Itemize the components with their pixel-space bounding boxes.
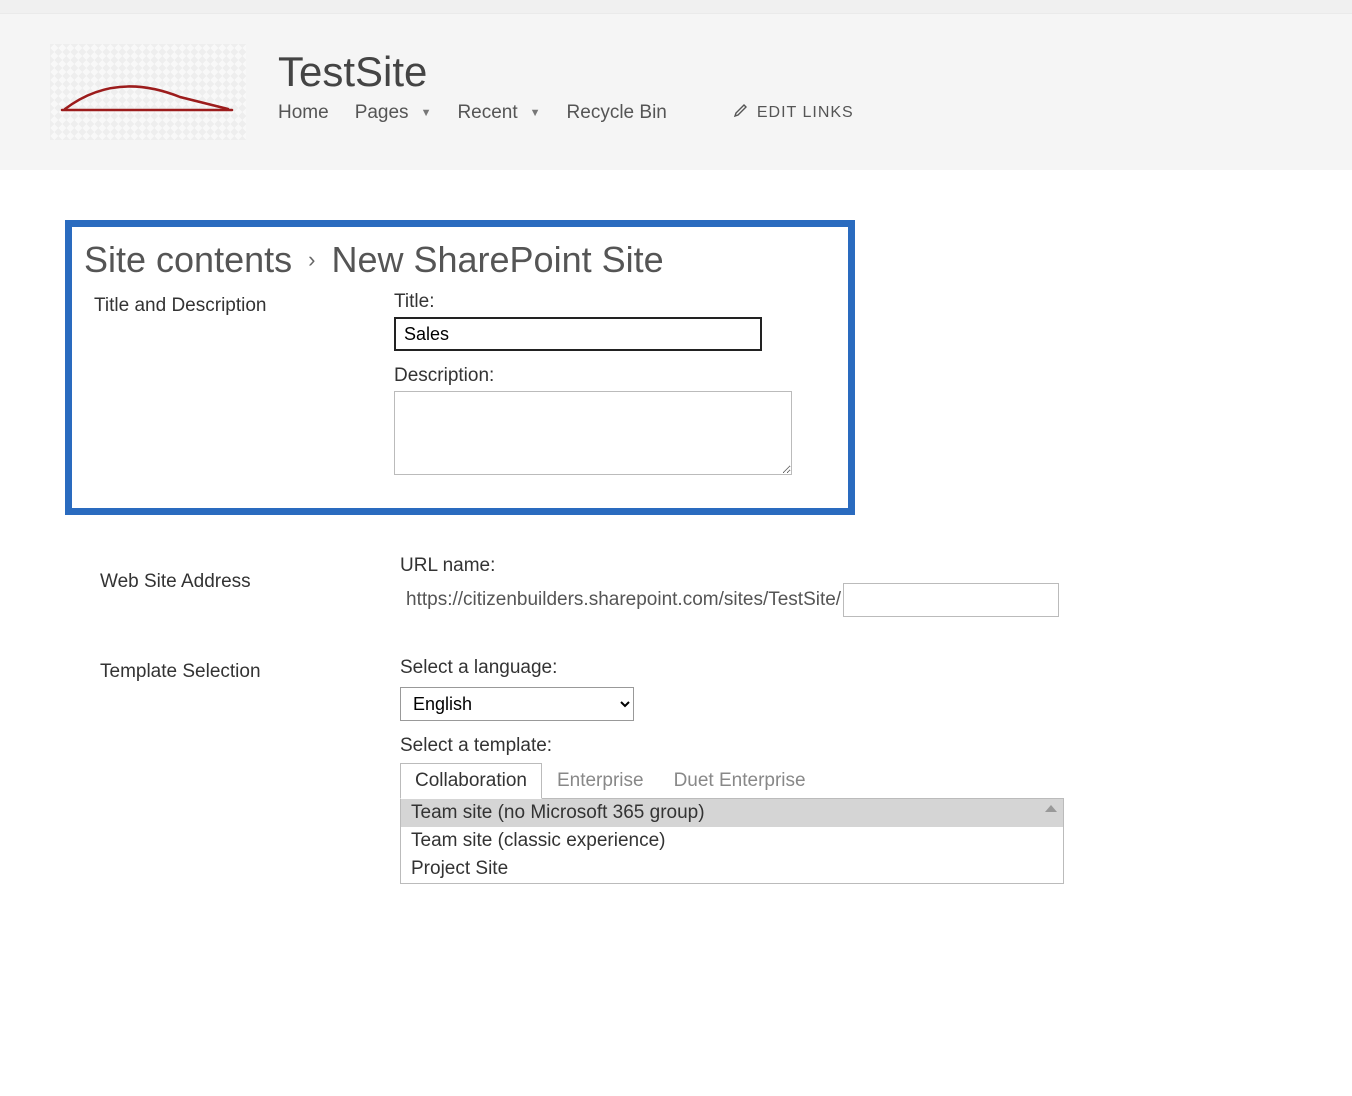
nav-home[interactable]: Home <box>278 102 341 124</box>
page-content: Site contents › New SharePoint Site Titl… <box>0 170 1352 884</box>
section-heading-template: Template Selection <box>90 657 400 683</box>
nav-recent-label: Recent <box>457 102 517 124</box>
tab-collaboration[interactable]: Collaboration <box>400 763 542 799</box>
breadcrumb-parent[interactable]: Site contents <box>84 239 292 281</box>
template-option[interactable]: Team site (no Microsoft 365 group) <box>401 799 1063 827</box>
url-name-input[interactable] <box>843 583 1059 617</box>
edit-links-label: EDIT LINKS <box>757 104 854 122</box>
site-title[interactable]: TestSite <box>278 48 854 96</box>
section-heading-title-desc: Title and Description <box>84 291 394 317</box>
site-logo[interactable] <box>50 44 246 140</box>
top-nav: Home Pages ▼ Recent ▼ Recycle Bin EDIT L… <box>278 102 854 124</box>
site-header: TestSite Home Pages ▼ Recent ▼ Recycle B… <box>0 14 1352 170</box>
nav-recycle-bin[interactable]: Recycle Bin <box>567 102 679 124</box>
nav-recent[interactable]: Recent ▼ <box>457 102 552 124</box>
title-input[interactable] <box>394 317 762 351</box>
language-select[interactable]: English <box>400 687 634 721</box>
suite-bar <box>0 0 1352 14</box>
url-name-label: URL name: <box>400 555 1352 577</box>
scroll-up-icon <box>1045 805 1057 812</box>
template-option[interactable]: Team site (classic experience) <box>401 827 1063 855</box>
breadcrumb-separator-icon: › <box>308 247 315 273</box>
title-label: Title: <box>394 291 830 313</box>
chevron-down-icon: ▼ <box>530 107 541 119</box>
section-template-selection: Template Selection Select a language: En… <box>90 657 1352 884</box>
pencil-icon <box>733 102 749 124</box>
section-title-description: Title and Description Title: Description… <box>84 291 830 480</box>
highlighted-region: Site contents › New SharePoint Site Titl… <box>65 220 855 515</box>
nav-home-label: Home <box>278 102 329 124</box>
language-label: Select a language: <box>400 657 1352 679</box>
scrollbar[interactable] <box>1039 799 1063 883</box>
chevron-down-icon: ▼ <box>421 107 432 119</box>
breadcrumb: Site contents › New SharePoint Site <box>84 239 830 281</box>
url-prefix: https://citizenbuilders.sharepoint.com/s… <box>400 589 841 611</box>
edit-links-button[interactable]: EDIT LINKS <box>733 102 854 124</box>
template-tabs: Collaboration Enterprise Duet Enterprise <box>400 763 1352 799</box>
template-option[interactable]: Project Site <box>401 855 1063 883</box>
breadcrumb-current: New SharePoint Site <box>331 239 663 281</box>
description-textarea[interactable] <box>394 391 792 475</box>
tab-duet-enterprise[interactable]: Duet Enterprise <box>659 763 821 799</box>
car-logo-icon <box>60 79 236 114</box>
nav-pages-label: Pages <box>355 102 409 124</box>
section-web-address: Web Site Address URL name: https://citiz… <box>90 555 1352 617</box>
tab-enterprise[interactable]: Enterprise <box>542 763 659 799</box>
nav-recycle-label: Recycle Bin <box>567 102 667 124</box>
nav-pages[interactable]: Pages ▼ <box>355 102 444 124</box>
section-heading-address: Web Site Address <box>90 555 400 593</box>
template-label: Select a template: <box>400 735 1352 757</box>
description-label: Description: <box>394 365 830 387</box>
template-listbox[interactable]: Team site (no Microsoft 365 group) Team … <box>400 798 1064 884</box>
